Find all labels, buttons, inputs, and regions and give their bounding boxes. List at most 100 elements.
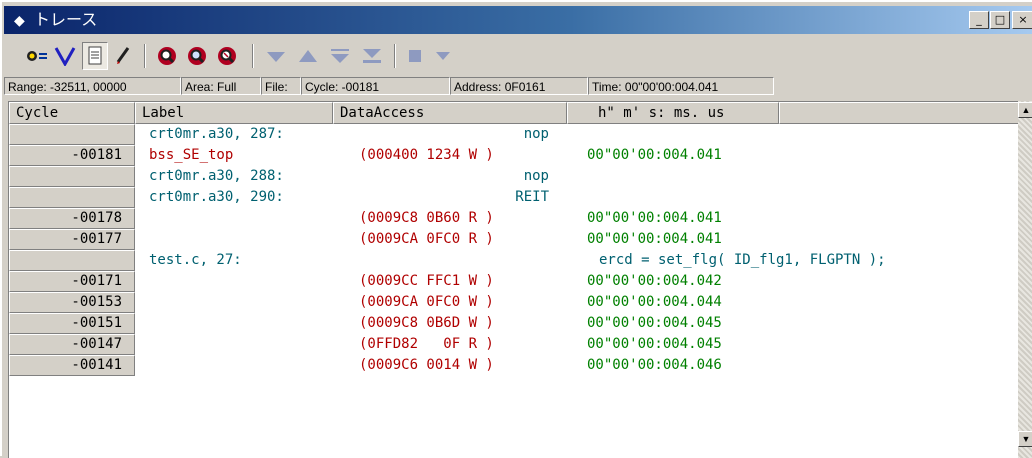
filter-icon[interactable]	[52, 42, 78, 70]
label-cell	[149, 334, 339, 355]
column-header-time[interactable]: h" m' s: ms. us	[567, 102, 779, 124]
search-blue-icon[interactable]	[184, 42, 212, 70]
label-cell	[149, 271, 339, 292]
table-row[interactable]: -00147 (0FFD82 0F R ) 00"00'00:004.045	[9, 334, 1018, 355]
down-triangle-icon[interactable]	[262, 42, 290, 70]
cycle-cell	[9, 124, 135, 145]
cycle-field: Cycle: -00181	[301, 77, 450, 95]
time-cell	[587, 166, 777, 187]
time-field: Time: 00"00'00:004.041	[588, 77, 774, 95]
toolbar-separator	[144, 44, 146, 68]
time-cell	[587, 124, 777, 145]
time-cell: 00"00'00:004.046	[587, 357, 722, 373]
label-cell	[149, 208, 339, 229]
label-cell	[149, 355, 339, 376]
maximize-button[interactable]: □	[990, 11, 1010, 29]
label-cell	[149, 313, 339, 334]
source-cell: ercd = set_flg( ID_flg1, FLGPTN );	[599, 252, 886, 268]
label-cell	[149, 292, 339, 313]
source-cell	[349, 145, 549, 166]
label-cell: test.c, 27:	[149, 252, 242, 268]
source-cell	[349, 334, 549, 355]
column-header-label[interactable]: Label	[135, 102, 333, 124]
toolbar-separator	[394, 44, 396, 68]
cycle-cell: -00141	[9, 355, 135, 376]
label-cell: crt0mr.a30, 290:	[149, 189, 284, 205]
document-icon[interactable]	[82, 42, 108, 70]
time-cell: 00"00'00:004.041	[587, 231, 722, 247]
scroll-up-button[interactable]: ▲	[1018, 102, 1032, 118]
source-cell	[349, 292, 549, 313]
label-cell: bss_SE_top	[149, 147, 234, 163]
cycle-cell	[9, 250, 135, 271]
down-arrow-icon[interactable]	[430, 42, 456, 70]
cycle-cell: -00177	[9, 229, 135, 250]
close-button[interactable]: ×	[1012, 11, 1032, 29]
search-clear-icon[interactable]	[214, 42, 242, 70]
address-field: Address: 0F0161	[450, 77, 588, 95]
time-cell: 00"00'00:004.045	[587, 315, 722, 331]
dataaccess-cell	[359, 250, 569, 271]
table-row[interactable]: -00153 (0009CA 0FC0 W ) 00"00'00:004.044	[9, 292, 1018, 313]
source-cell: nop	[523, 168, 549, 184]
cycle-cell: -00147	[9, 334, 135, 355]
source-cell	[349, 313, 549, 334]
window-title: トレース	[34, 10, 98, 29]
window-icon: ◆	[14, 12, 25, 28]
search-red-icon[interactable]	[154, 42, 182, 70]
trace-window: ◆ トレース _ □ × Range: -32511, 00000 Area: …	[0, 0, 1032, 458]
cycle-cell	[9, 187, 135, 208]
trace-table[interactable]: Cycle Label DataAccess h" m' s: ms. us c…	[8, 101, 1018, 458]
cycle-cell	[9, 166, 135, 187]
table-row[interactable]: -00141 (0009C6 0014 W ) 00"00'00:004.046	[9, 355, 1018, 376]
pencil-icon[interactable]	[110, 42, 136, 70]
table-row[interactable]: crt0mr.a30, 287: nop	[9, 124, 1018, 145]
stop-square-icon[interactable]	[402, 42, 428, 70]
step-down-icon[interactable]	[326, 42, 354, 70]
label-cell: crt0mr.a30, 288:	[149, 168, 284, 184]
table-row[interactable]: crt0mr.a30, 288: nop	[9, 166, 1018, 187]
time-cell: 00"00'00:004.041	[587, 210, 722, 226]
title-bar[interactable]: ◆ トレース _ □ ×	[4, 6, 1032, 34]
source-cell	[349, 271, 549, 292]
range-field: Range: -32511, 00000	[4, 77, 181, 95]
source-cell	[349, 355, 549, 376]
column-header-dataaccess[interactable]: DataAccess	[333, 102, 567, 124]
table-row[interactable]: test.c, 27: ercd = set_flg( ID_flg1, FLGP…	[9, 250, 1018, 271]
table-row[interactable]: crt0mr.a30, 290: REIT	[9, 187, 1018, 208]
cycle-cell: -00171	[9, 271, 135, 292]
minimize-button[interactable]: _	[969, 11, 989, 29]
up-triangle-icon[interactable]	[294, 42, 322, 70]
time-cell	[587, 187, 777, 208]
area-field: Area: Full	[181, 77, 261, 95]
file-field: File:	[261, 77, 301, 95]
time-cell: 00"00'00:004.045	[587, 336, 722, 352]
cycle-cell: -00178	[9, 208, 135, 229]
scroll-down-button[interactable]: ▼	[1018, 431, 1032, 447]
label-cell: crt0mr.a30, 287:	[149, 126, 284, 142]
column-header-source	[779, 102, 1018, 124]
label-cell	[149, 229, 339, 250]
step-end-icon[interactable]	[358, 42, 386, 70]
table-row[interactable]: -00178 (0009C8 0B60 R ) 00"00'00:004.041	[9, 208, 1018, 229]
time-cell: 00"00'00:004.042	[587, 273, 722, 289]
cycle-cell: -00151	[9, 313, 135, 334]
column-header-cycle[interactable]: Cycle	[9, 102, 135, 124]
table-row[interactable]: -00151 (0009C8 0B6D W ) 00"00'00:004.045	[9, 313, 1018, 334]
source-cell: nop	[523, 126, 549, 142]
trace-icon[interactable]	[24, 42, 50, 70]
table-row[interactable]: -00177 (0009CA 0FC0 R ) 00"00'00:004.041	[9, 229, 1018, 250]
status-bar: Range: -32511, 00000 Area: Full File: Cy…	[4, 76, 1032, 96]
source-cell	[349, 208, 549, 229]
table-row[interactable]: -00181 bss_SE_top (000400 1234 W ) 00"00'00…	[9, 145, 1018, 166]
source-cell: REIT	[515, 189, 549, 205]
cycle-cell: -00153	[9, 292, 135, 313]
toolbar-separator	[252, 44, 254, 68]
table-row[interactable]: -00171 (0009CC FFC1 W ) 00"00'00:004.042	[9, 271, 1018, 292]
time-cell: 00"00'00:004.041	[587, 147, 722, 163]
source-cell	[349, 229, 549, 250]
cycle-cell: -00181	[9, 145, 135, 166]
toolbar	[4, 38, 1032, 76]
time-cell: 00"00'00:004.044	[587, 294, 722, 310]
vertical-scrollbar[interactable]: ▲ ▼	[1018, 101, 1032, 458]
